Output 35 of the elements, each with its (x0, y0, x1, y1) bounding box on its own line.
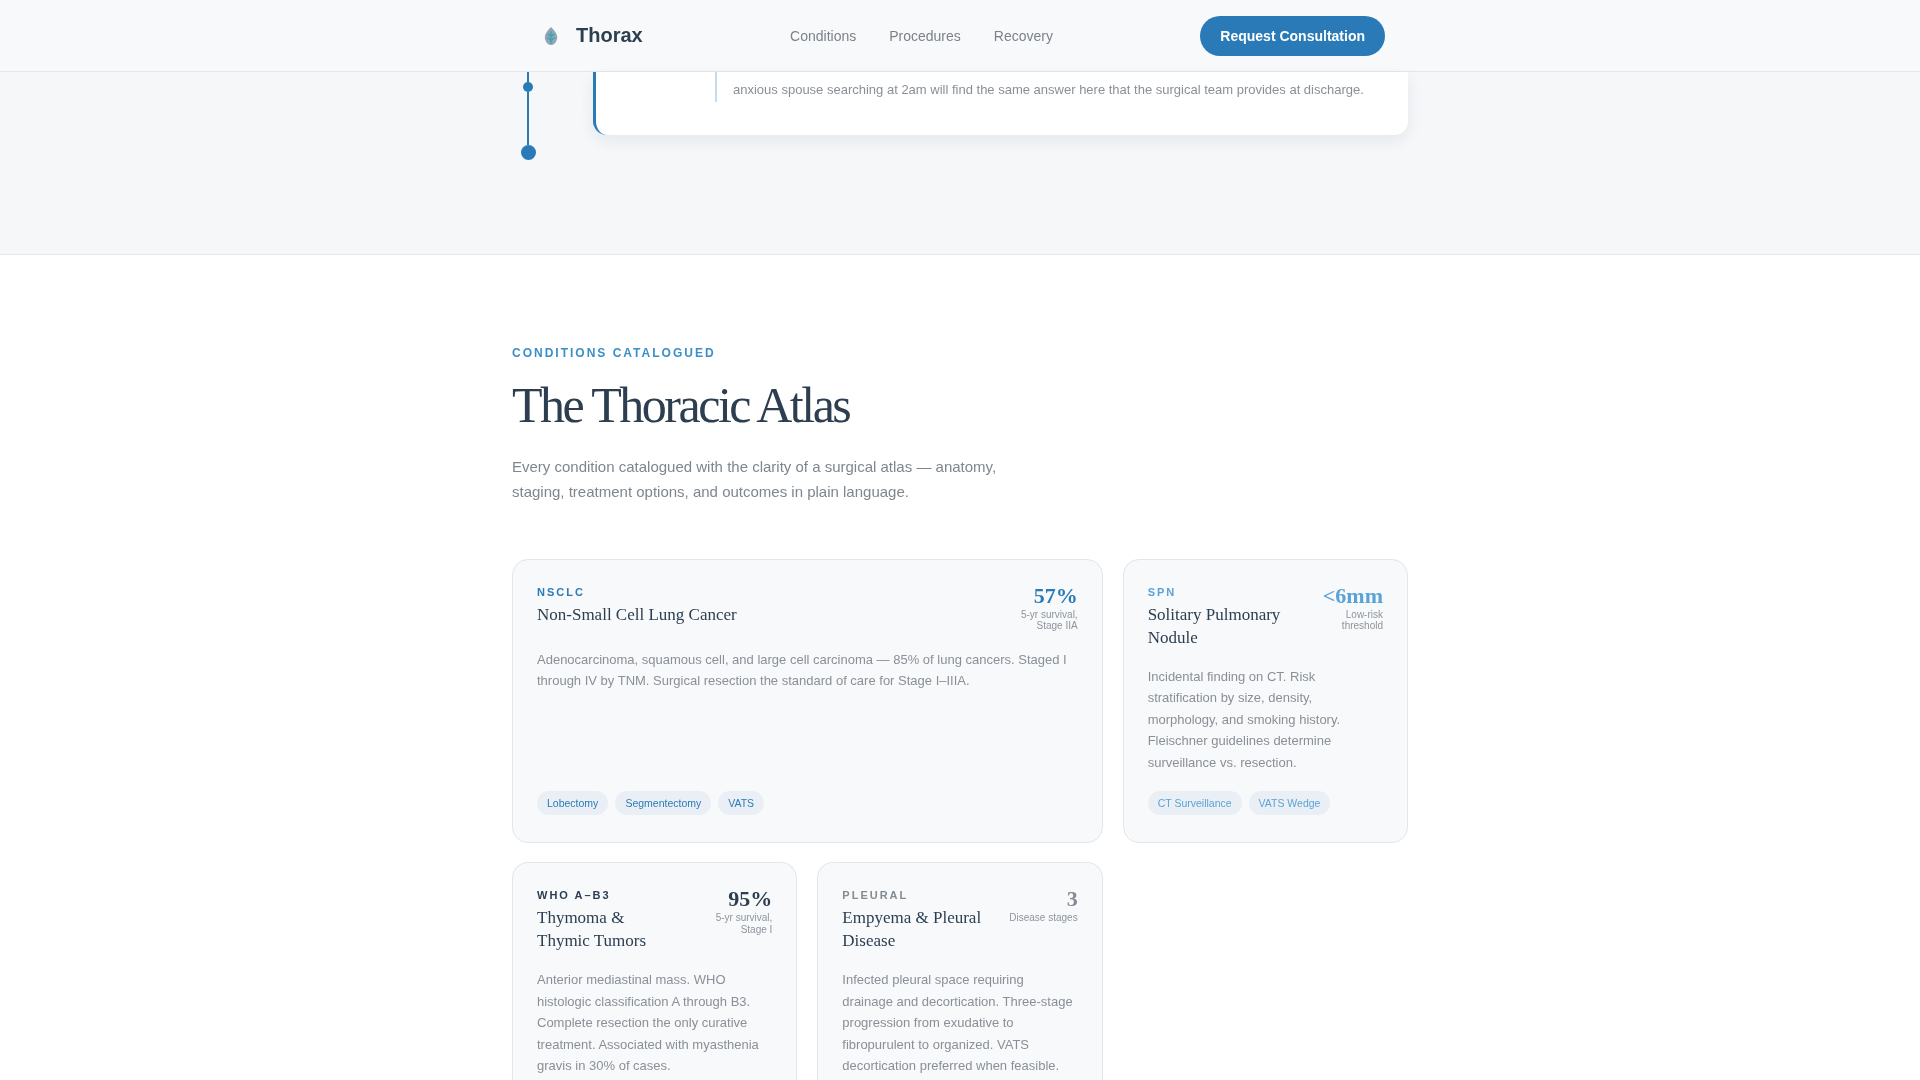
condition-code: SPN (1147, 584, 1177, 599)
condition-code: NSCLC (537, 584, 585, 599)
condition-name: Non-Small Cell Lung Cancer (537, 603, 737, 626)
procedure-tag: VATS (718, 791, 765, 815)
condition-description: Adenocarcinoma, squamous cell, and large cell carcinoma — 85% of lung cancers. Staged I through IV by TNM. Surgical resection the standard of care for Stage I–IIIA. (537, 650, 1068, 690)
procedure-tag: VATS Wedge (1248, 791, 1331, 815)
nav-link[interactable]: Recovery (993, 27, 1053, 44)
procedure-tag: CT Surveillance (1147, 791, 1242, 815)
procedure-tag: Segmentectomy (615, 791, 712, 815)
condition-name: Empyema & Pleural Disease (842, 907, 983, 952)
section-eyebrow: CONDITIONS CATALOGUED (512, 345, 716, 361)
procedure-tag: Lobectomy (537, 791, 609, 815)
stat-value: 3 (1066, 888, 1078, 910)
section-intro: Every condition catalogued with the clarity of a surgical atlas — anatomy, staging, treatment options, and outcomes in plain language. (512, 457, 998, 502)
stat-caption: Disease stages (1009, 912, 1078, 924)
brand-name[interactable]: Thorax (576, 24, 643, 47)
section-title: The Thoracic Atlas (512, 378, 850, 433)
nav-link[interactable]: Conditions (790, 27, 857, 44)
nav-link[interactable]: Procedures (889, 27, 961, 44)
stat-value: 57% (1033, 584, 1078, 607)
condition-description: Incidental finding on CT. Risk stratification by size, density, morphology, and smoking history. Fleischner guidelines determine surveillance vs. resection. (1147, 667, 1342, 772)
condition-name: Solitary Pulmonary Nodule (1147, 603, 1282, 649)
leaf-icon[interactable] (543, 25, 559, 46)
stat-caption: Low-risk threshold (1340, 608, 1383, 632)
condition-code: PLEURAL (842, 888, 909, 902)
consultation-button[interactable]: Request Consultation (1200, 15, 1385, 56)
condition-description: Anterior mediastinal mass. WHO histologic classification A through B3. Complete resection the only curative treatment. Associated with myasthenia gravis in 30% of cases. (537, 971, 760, 1075)
quote-text: anxious spouse searching at 2am will find the same answer here that the surgical team provides at discharge. (715, 72, 1373, 102)
stat-value: 95% (728, 888, 773, 910)
stat-caption: 5-yr survival, Stage IIA (1019, 608, 1078, 632)
condition-code: WHO A–B3 (537, 888, 611, 902)
condition-description: Infected pleural space requiring drainage and decortication. Three-stage progression from exudative to fibropurulent to organized. VATS decortication preferred when feasible. (842, 971, 1074, 1075)
stat-caption: 5-yr survival, Stage I (714, 912, 773, 935)
stat-value: <6mm (1322, 584, 1383, 607)
condition-name: Thymoma & Thymic Tumors (537, 907, 648, 952)
